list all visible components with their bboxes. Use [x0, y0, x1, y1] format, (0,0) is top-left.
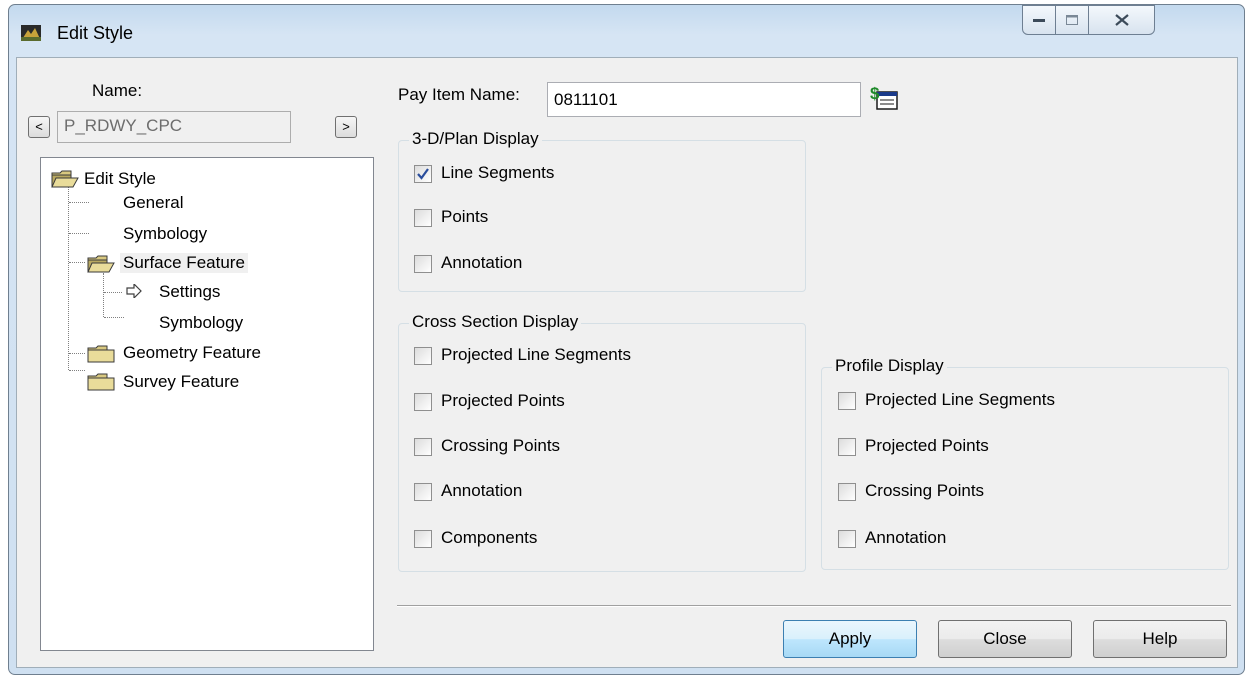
plan-points-label[interactable]: Points — [441, 207, 488, 227]
pay-item-lookup-icon[interactable]: $ — [869, 83, 899, 113]
xs-projected-line-segments-checkbox[interactable] — [414, 347, 432, 365]
app-icon — [21, 25, 41, 41]
close-icon — [1114, 14, 1129, 26]
plan-annotation-checkbox[interactable] — [414, 255, 432, 273]
window-title: Edit Style — [57, 23, 134, 43]
xs-projected-points-label[interactable]: Projected Points — [441, 391, 565, 411]
name-label: Name: — [92, 81, 143, 100]
xs-crossing-points-label[interactable]: Crossing Points — [441, 436, 560, 456]
profile-crossing-points-label[interactable]: Crossing Points — [865, 481, 984, 501]
folder-icon — [87, 345, 115, 363]
previous-style-button[interactable]: < — [28, 116, 50, 138]
xs-annotation-checkbox[interactable] — [414, 483, 432, 501]
title-bar[interactable]: Edit Style — [9, 5, 1244, 57]
arrow-right-icon — [126, 284, 142, 298]
tree-connector — [69, 202, 89, 203]
profile-annotation-label[interactable]: Annotation — [865, 528, 946, 548]
profile-projected-line-segments-label[interactable]: Projected Line Segments — [865, 390, 1055, 410]
plan-display-title: 3-D/Plan Display — [409, 129, 542, 149]
profile-projected-line-segments-checkbox[interactable] — [838, 392, 856, 410]
tree-item-surface-feature[interactable]: Surface Feature — [120, 253, 248, 273]
xs-crossing-points-checkbox[interactable] — [414, 438, 432, 456]
cross-section-display-title: Cross Section Display — [409, 312, 582, 332]
profile-projected-points-label[interactable]: Projected Points — [865, 436, 989, 456]
tree-item-surface-symbology[interactable]: Symbology — [159, 313, 243, 333]
edit-style-window: Edit Style Name: < P_RDWY_CPC > Edit Sty… — [8, 4, 1245, 675]
style-tree[interactable]: Edit Style General Symbology Surface Fea… — [40, 157, 374, 651]
tree-item-survey-feature[interactable]: Survey Feature — [123, 372, 239, 392]
tree-connector — [104, 292, 122, 293]
checkmark-icon — [417, 168, 429, 180]
plan-line-segments-checkbox[interactable] — [414, 165, 432, 183]
close-window-button[interactable] — [1088, 5, 1155, 35]
svg-text:$: $ — [870, 84, 880, 103]
profile-projected-points-checkbox[interactable] — [838, 438, 856, 456]
tree-item-geometry-feature[interactable]: Geometry Feature — [123, 343, 261, 363]
tree-connector — [69, 353, 85, 354]
close-button[interactable]: Close — [938, 620, 1072, 658]
plan-line-segments-label[interactable]: Line Segments — [441, 163, 554, 183]
xs-projected-line-segments-label[interactable]: Projected Line Segments — [441, 345, 631, 365]
tree-connector — [69, 370, 85, 371]
plan-points-checkbox[interactable] — [414, 209, 432, 227]
help-button[interactable]: Help — [1093, 620, 1227, 658]
tree-connector — [104, 317, 124, 318]
tree-connector — [68, 182, 69, 370]
xs-projected-points-checkbox[interactable] — [414, 393, 432, 411]
maximize-icon — [1066, 15, 1078, 25]
tree-item-general[interactable]: General — [123, 193, 183, 213]
minimize-button[interactable] — [1022, 5, 1056, 35]
tree-connector — [69, 233, 89, 234]
open-folder-icon — [87, 255, 115, 273]
apply-button[interactable]: Apply — [783, 620, 917, 658]
profile-display-title: Profile Display — [832, 356, 947, 376]
tree-item-edit-style[interactable]: Edit Style — [84, 169, 156, 189]
xs-components-checkbox[interactable] — [414, 530, 432, 548]
minimize-icon — [1033, 19, 1045, 22]
style-name-field[interactable]: P_RDWY_CPC — [57, 111, 291, 143]
xs-annotation-label[interactable]: Annotation — [441, 481, 522, 501]
tree-item-symbology[interactable]: Symbology — [123, 224, 207, 244]
pay-item-field[interactable]: 0811101 — [547, 82, 861, 117]
profile-crossing-points-checkbox[interactable] — [838, 483, 856, 501]
folder-icon — [87, 373, 115, 391]
plan-annotation-label[interactable]: Annotation — [441, 253, 522, 273]
dialog-client-area: Name: < P_RDWY_CPC > Edit Style General … — [16, 57, 1238, 668]
next-style-button[interactable]: > — [335, 116, 357, 138]
open-folder-icon — [51, 170, 79, 188]
xs-components-label[interactable]: Components — [441, 528, 537, 548]
separator — [397, 605, 1231, 607]
tree-connector — [103, 273, 104, 317]
profile-annotation-checkbox[interactable] — [838, 530, 856, 548]
pay-item-label: Pay Item Name: — [398, 85, 520, 104]
tree-connector — [69, 262, 85, 263]
tree-item-settings[interactable]: Settings — [159, 282, 220, 302]
maximize-button[interactable] — [1055, 5, 1089, 35]
